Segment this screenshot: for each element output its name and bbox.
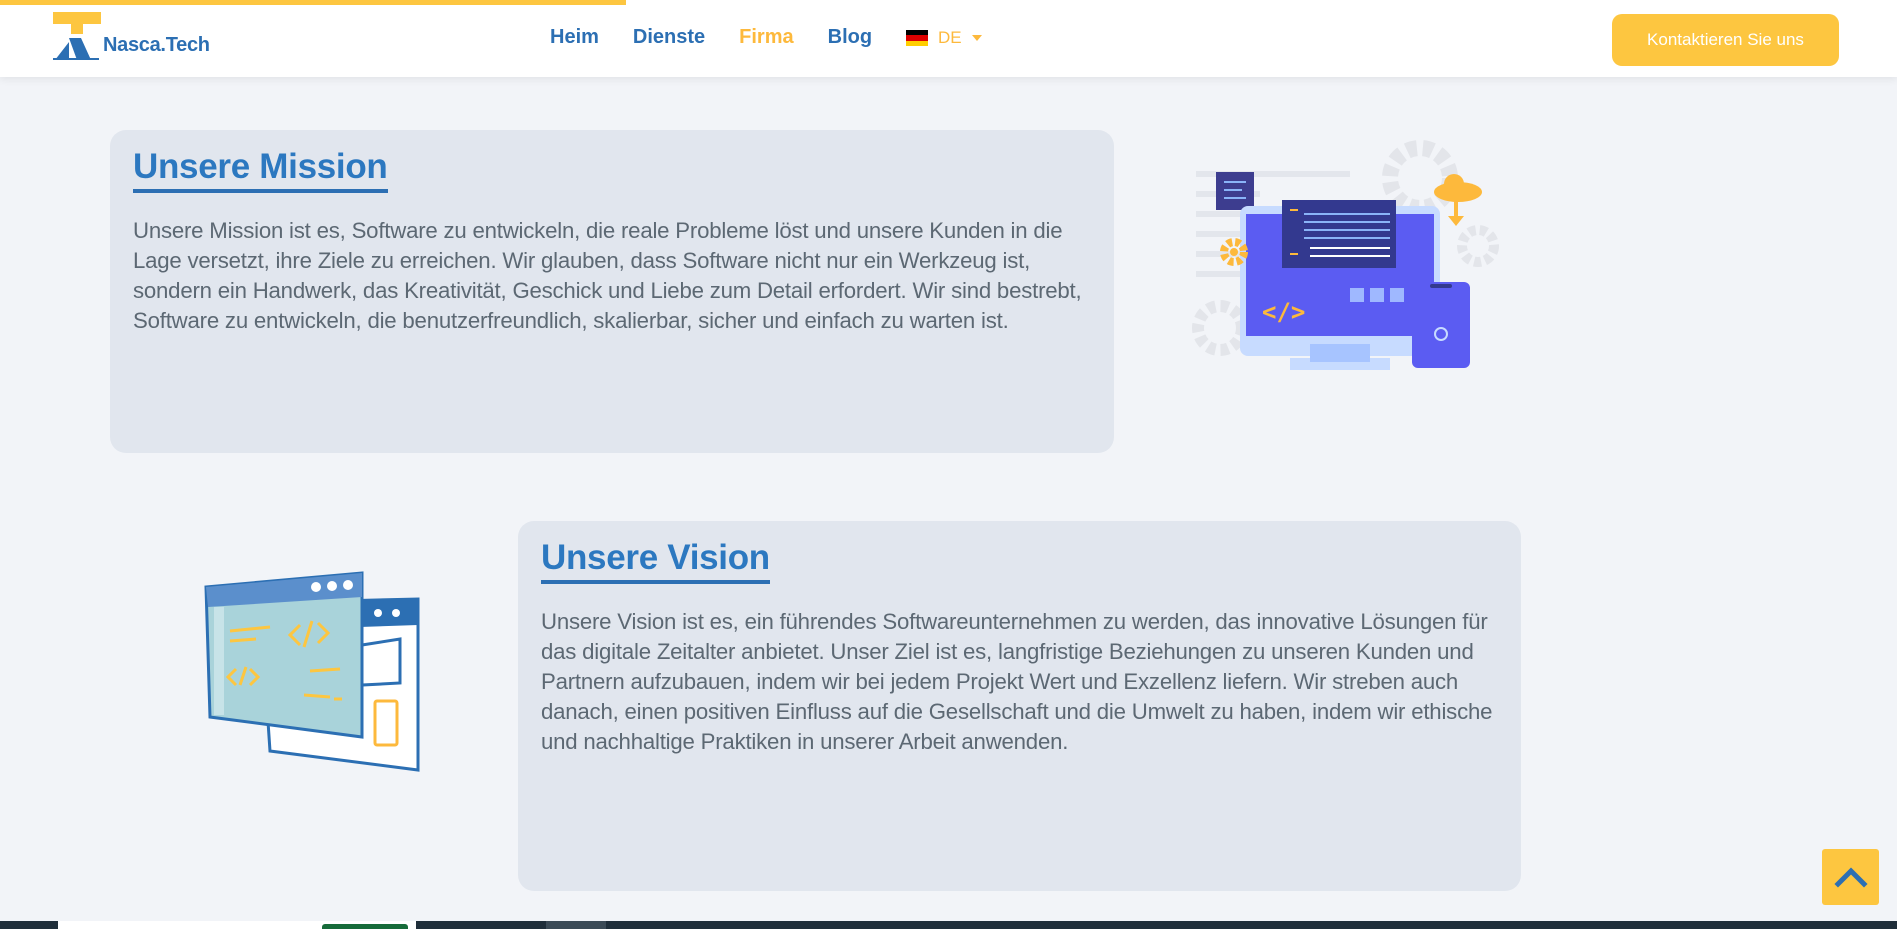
footer-tab xyxy=(546,921,606,929)
scroll-to-top-button[interactable] xyxy=(1822,849,1879,905)
nav-item-heim[interactable]: Heim xyxy=(550,26,599,49)
nav-item-dienste[interactable]: Dienste xyxy=(633,26,705,49)
vision-title: Unsere Vision xyxy=(541,538,770,584)
main-nav: Heim Dienste Firma Blog xyxy=(550,26,906,49)
logo[interactable]: Nasca.Tech xyxy=(53,12,210,60)
language-selector[interactable]: DE xyxy=(906,28,982,48)
nasca-logo-icon xyxy=(53,12,101,60)
software-development-illustration: </> xyxy=(1192,140,1499,370)
chevron-up-icon xyxy=(1833,867,1868,888)
nav-item-firma[interactable]: Firma xyxy=(739,26,793,49)
vision-text: Unsere Vision ist es, ein führendes Soft… xyxy=(541,609,1493,754)
germany-flag-icon xyxy=(906,30,928,46)
code-windows-illustration xyxy=(204,571,420,772)
vision-card: Unsere Vision Unsere Vision ist es, ein … xyxy=(518,521,1521,891)
brand-name: Nasca.Tech xyxy=(103,34,210,56)
footer-green-tab xyxy=(322,924,408,929)
site-header: Nasca.Tech Heim Dienste Firma Blog DE Ko… xyxy=(0,0,1897,77)
svg-text:</>: </> xyxy=(1262,298,1305,326)
scroll-progress-bar xyxy=(0,0,626,5)
contact-button[interactable]: Kontaktieren Sie uns xyxy=(1612,14,1839,66)
language-code: DE xyxy=(938,28,962,47)
footer-strip xyxy=(0,921,1897,929)
nav-item-blog[interactable]: Blog xyxy=(828,26,872,49)
mission-card: Unsere Mission Unsere Mission ist es, So… xyxy=(110,130,1114,453)
mission-title: Unsere Mission xyxy=(133,147,388,193)
mission-text: Unsere Mission ist es, Software zu entwi… xyxy=(133,218,1082,333)
caret-down-icon xyxy=(971,35,982,41)
